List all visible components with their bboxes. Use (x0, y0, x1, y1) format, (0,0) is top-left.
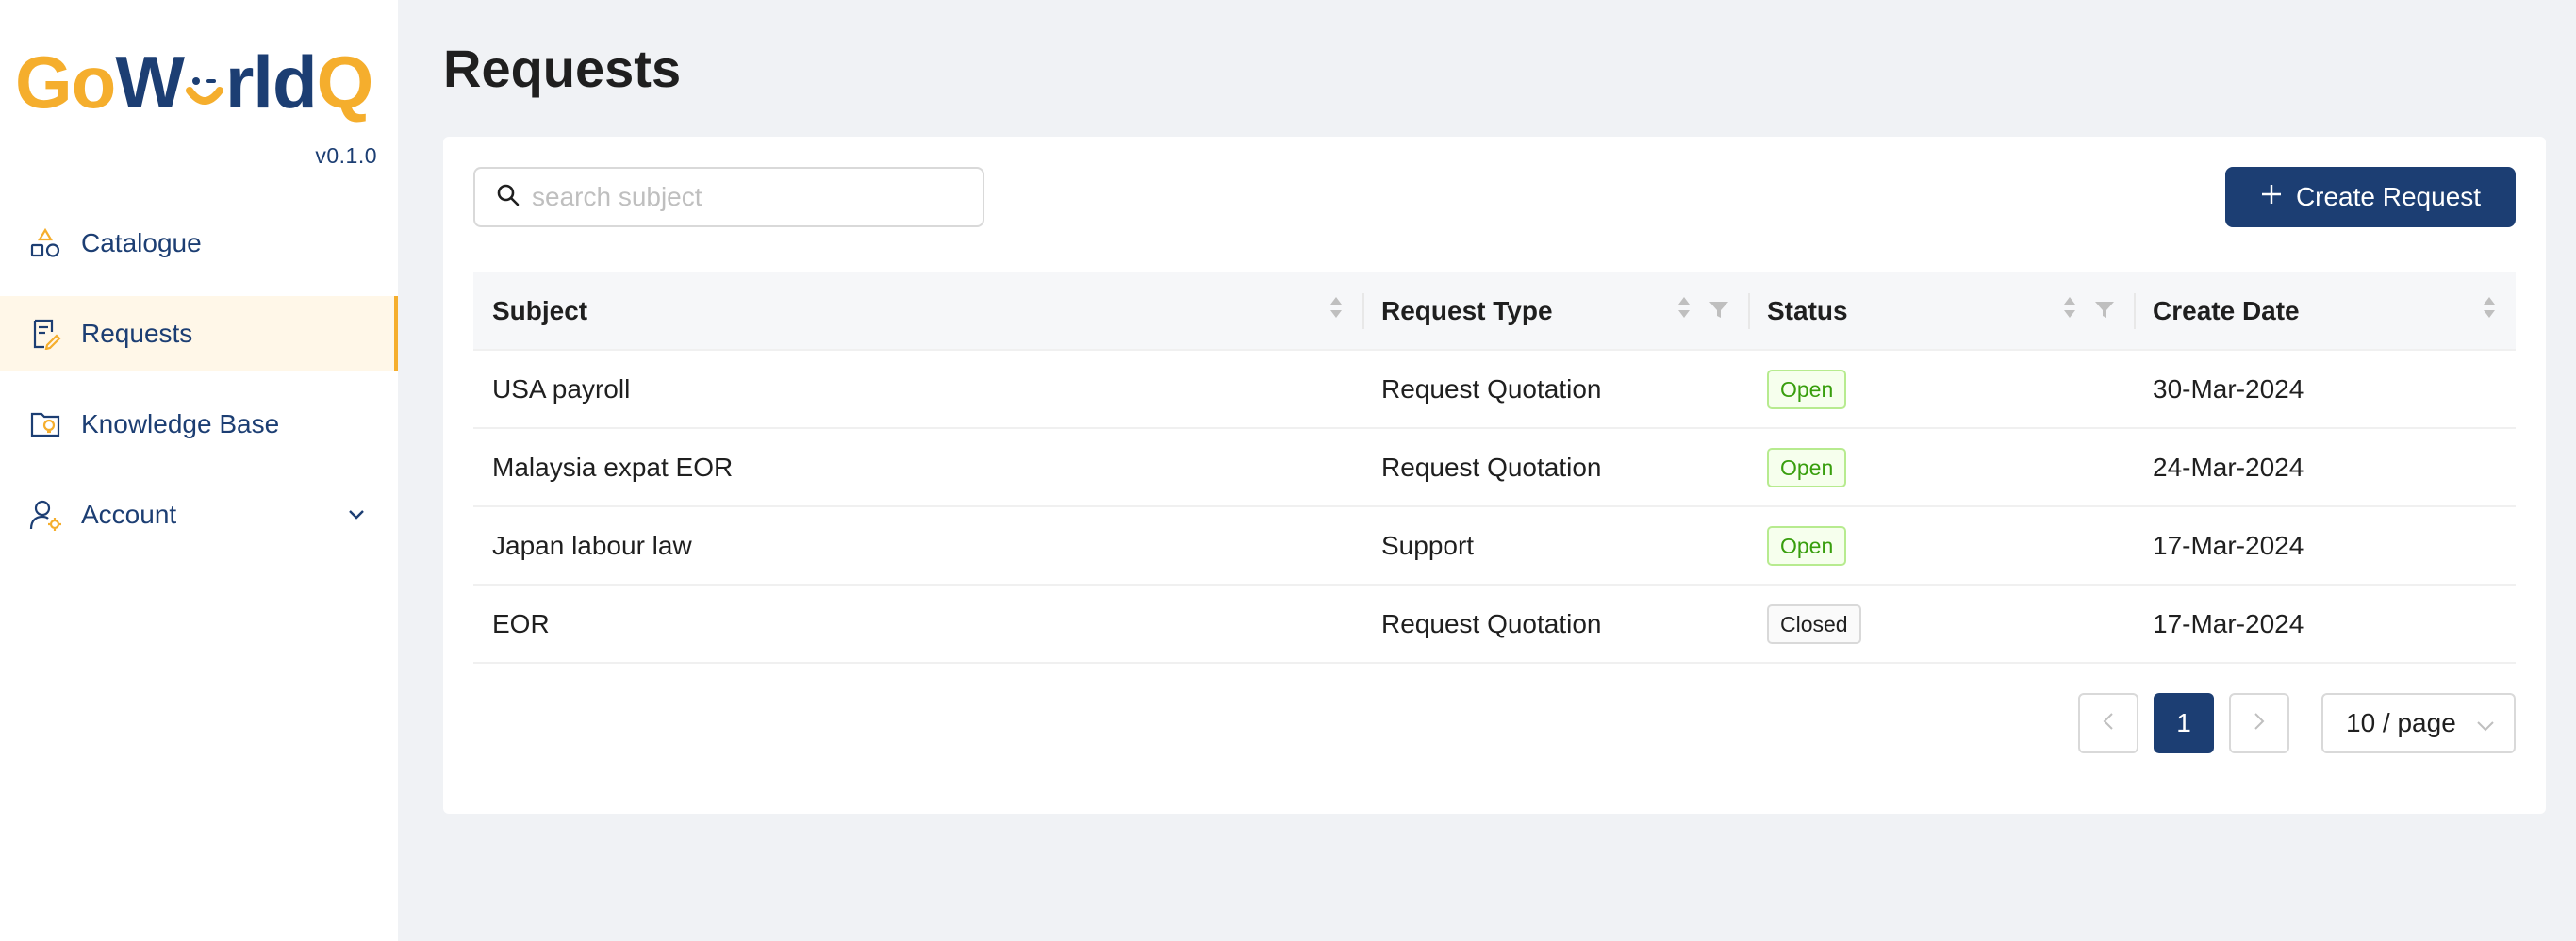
status-badge: Open (1767, 447, 1847, 487)
column-label: Subject (492, 295, 588, 325)
plus-icon (2260, 182, 2283, 212)
requests-card: Create Request Subject (443, 137, 2546, 814)
cell-request-type: Support (1362, 505, 1748, 585)
sidebar: GoW rldQ v0.1.0 Catalogue Requests Knowl… (0, 0, 398, 941)
status-badge: Open (1767, 369, 1847, 409)
search-input[interactable] (532, 182, 975, 212)
chevron-down-icon (2476, 708, 2495, 738)
pagination: 1 10 / page (2078, 693, 2516, 753)
sidebar-item-account[interactable]: Account (0, 477, 398, 553)
page-number-button[interactable]: 1 (2154, 693, 2214, 753)
next-page-button[interactable] (2229, 693, 2289, 753)
app-version: v0.1.0 (315, 143, 377, 168)
column-header-status[interactable]: Status (1748, 272, 2134, 350)
cell-create-date: 17-Mar-2024 (2134, 584, 2516, 664)
column-header-subject[interactable]: Subject (473, 272, 1362, 350)
chevron-right-icon (2254, 712, 2265, 735)
logo-text-q: Q (316, 41, 374, 124)
filter-icon[interactable] (1709, 296, 1729, 326)
sidebar-item-label: Account (81, 500, 177, 529)
cell-status: Closed (1748, 584, 2134, 664)
sidebar-item-knowledge-base[interactable]: Knowledge Base (0, 387, 398, 462)
sidebar-item-catalogue[interactable]: Catalogue (0, 206, 398, 281)
prev-page-button[interactable] (2078, 693, 2138, 753)
cell-request-type: Request Quotation (1362, 349, 1748, 428)
search-box[interactable] (473, 167, 984, 227)
logo-text-rld: rld (224, 41, 318, 124)
table-row[interactable]: Japan labour law Support Open 17-Mar-202… (473, 505, 2516, 585)
requests-icon (28, 317, 62, 351)
cell-subject: USA payroll (473, 349, 1362, 428)
create-request-button[interactable]: Create Request (2225, 167, 2516, 227)
knowledge-base-icon (28, 407, 62, 441)
sidebar-item-label: Knowledge Base (81, 409, 280, 438)
sort-icon[interactable] (2482, 295, 2497, 326)
cell-subject: EOR (473, 584, 1362, 664)
status-badge: Open (1767, 525, 1847, 566)
page-size-select[interactable]: 10 / page (2321, 693, 2516, 753)
filter-icon[interactable] (2094, 296, 2115, 326)
cell-status: Open (1748, 349, 2134, 428)
cell-create-date: 30-Mar-2024 (2134, 349, 2516, 428)
logo-smile-icon (184, 49, 225, 106)
column-label: Status (1767, 295, 1848, 325)
sidebar-item-requests[interactable]: Requests (0, 296, 398, 371)
table-row[interactable]: EOR Request Quotation Closed 17-Mar-2024 (473, 584, 2516, 664)
table-row[interactable]: USA payroll Request Quotation Open 30-Ma… (473, 349, 2516, 428)
logo-text-w: W (115, 41, 185, 124)
brand-logo[interactable]: GoW rldQ (15, 45, 373, 119)
catalogue-icon (28, 226, 62, 260)
cell-subject: Malaysia expat EOR (473, 427, 1362, 506)
sort-icon[interactable] (2062, 295, 2077, 326)
create-request-label: Create Request (2295, 182, 2482, 211)
page-title: Requests (443, 39, 682, 98)
cell-status: Open (1748, 505, 2134, 585)
app-root: GoW rldQ v0.1.0 Catalogue Requests Knowl… (0, 0, 2576, 941)
sidebar-item-label: Requests (81, 319, 193, 348)
column-header-request-type[interactable]: Request Type (1362, 272, 1748, 350)
cell-request-type: Request Quotation (1362, 427, 1748, 506)
cell-request-type: Request Quotation (1362, 584, 1748, 664)
requests-table: Subject Request Type Status Create Date … (473, 272, 2516, 664)
sidebar-menu: Catalogue Requests Knowledge Base Accoun… (0, 206, 398, 568)
page-size-label: 10 / page (2346, 708, 2456, 737)
logo-text-go: Go (15, 41, 116, 124)
sidebar-item-label: Catalogue (81, 228, 202, 257)
column-header-create-date[interactable]: Create Date (2134, 272, 2516, 350)
cell-status: Open (1748, 427, 2134, 506)
account-icon (28, 498, 62, 532)
sort-icon[interactable] (1329, 295, 1344, 326)
table-header-row: Subject Request Type Status Create Date (473, 272, 2516, 350)
chevron-left-icon (2103, 712, 2114, 735)
chevron-down-icon[interactable] (347, 505, 366, 524)
column-label: Create Date (2153, 295, 2300, 325)
table-row[interactable]: Malaysia expat EOR Request Quotation Ope… (473, 427, 2516, 506)
search-icon (496, 183, 520, 212)
cell-create-date: 17-Mar-2024 (2134, 505, 2516, 585)
main-content: Requests Create Request (398, 0, 2576, 941)
cell-create-date: 24-Mar-2024 (2134, 427, 2516, 506)
status-badge: Closed (1767, 603, 1861, 644)
sort-icon[interactable] (1676, 295, 1692, 326)
column-label: Request Type (1381, 295, 1553, 325)
cell-subject: Japan labour law (473, 505, 1362, 585)
